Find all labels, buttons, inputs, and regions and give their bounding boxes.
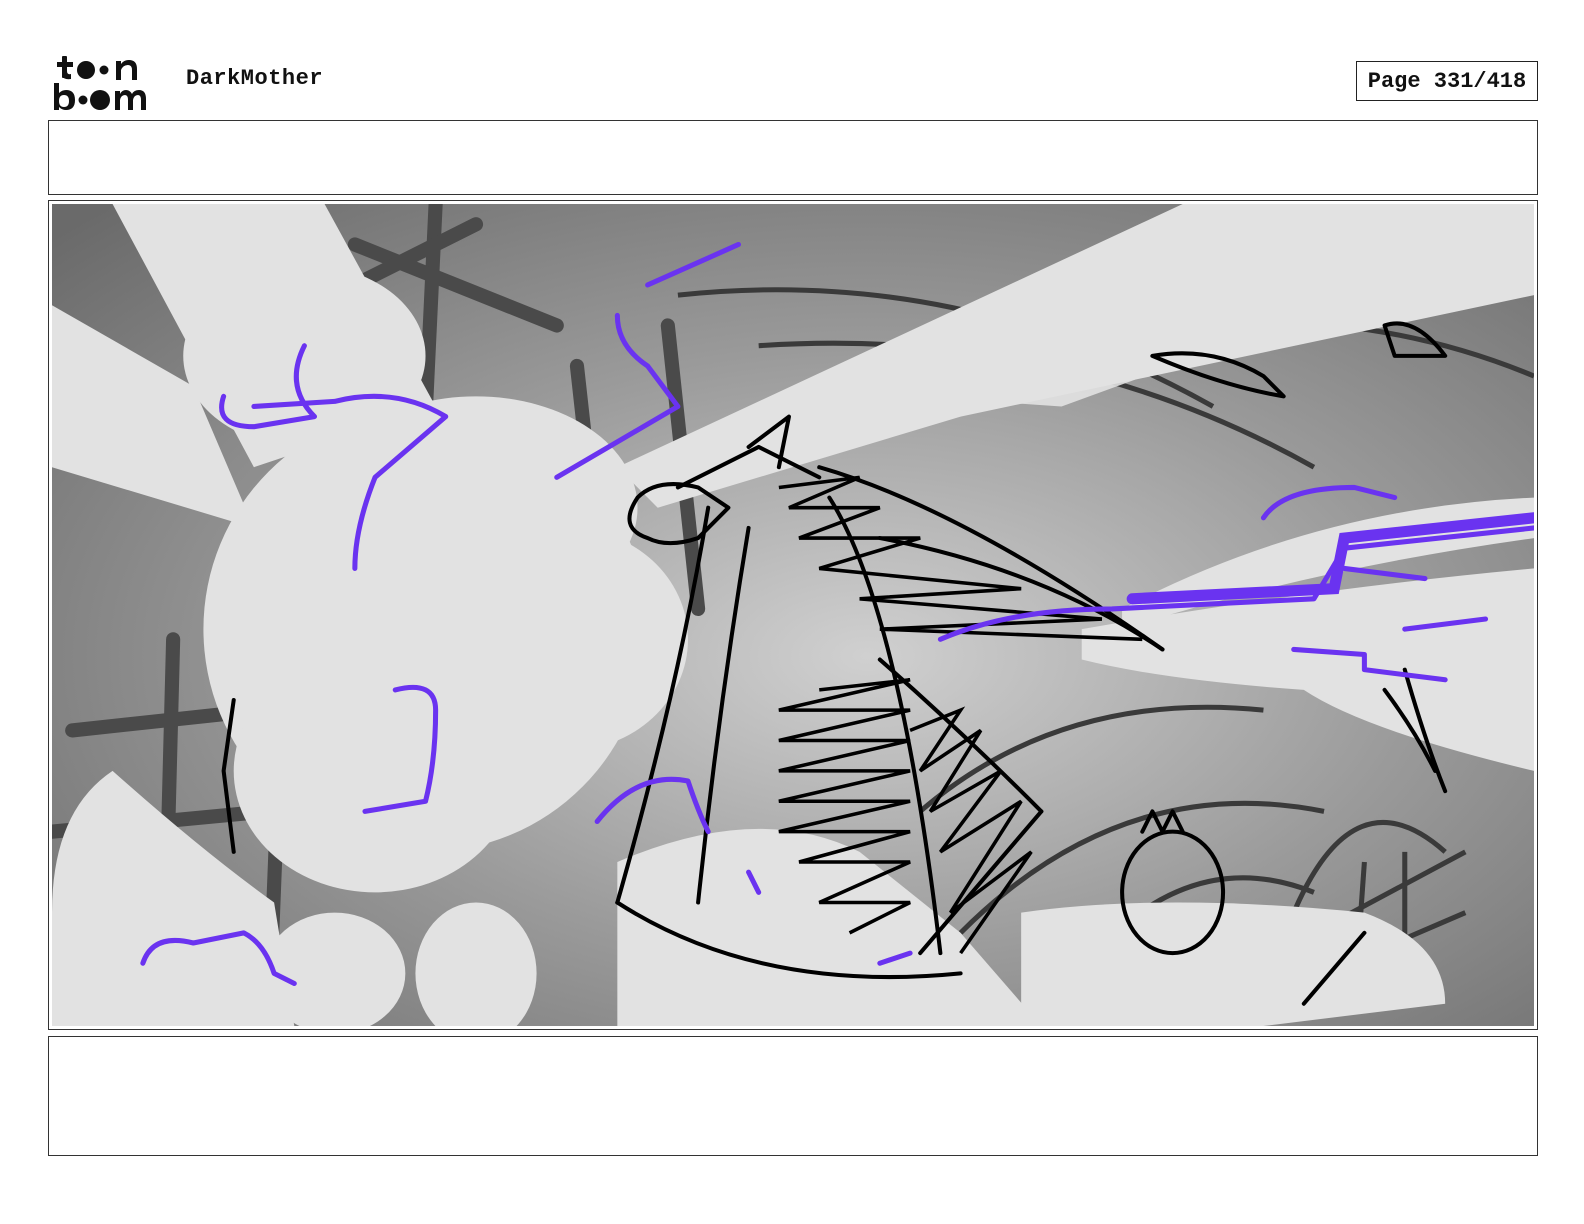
storyboard-panel: [48, 200, 1538, 1030]
action-notes-box: [48, 120, 1538, 195]
dialogue-notes-box: [48, 1036, 1538, 1156]
svg-text:toon: toon: [52, 52, 55, 53]
toon-boom-logo: toon: [52, 52, 146, 110]
action-notes-text: [49, 121, 1537, 141]
project-title: DarkMother: [186, 66, 324, 91]
dialogue-notes-text: [49, 1037, 1537, 1057]
page-indicator: Page 331/418: [1356, 61, 1538, 101]
storyboard-sketch-image: [52, 204, 1534, 1026]
